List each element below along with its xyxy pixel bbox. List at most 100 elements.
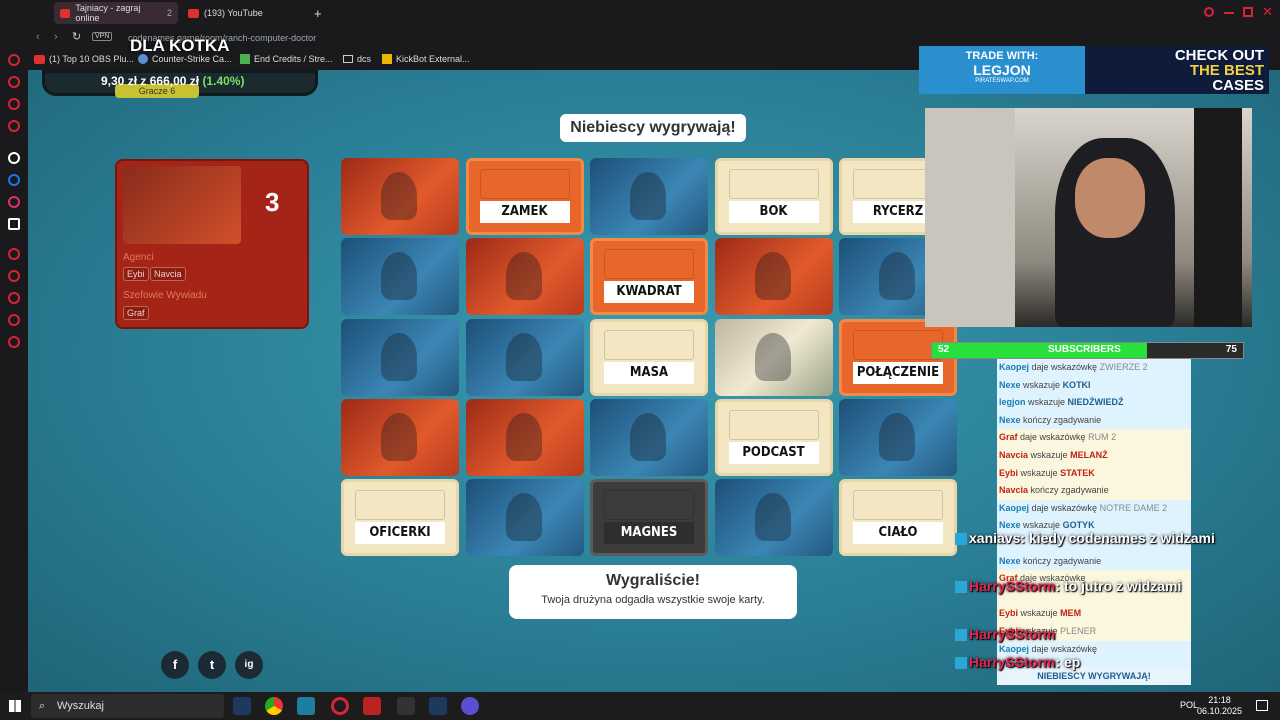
bookmark-item[interactable]: End Credits / Stre... bbox=[240, 54, 333, 64]
card-word: POŁĄCZENIE bbox=[853, 361, 943, 384]
bookmark-item[interactable]: dcs bbox=[343, 54, 371, 64]
player-chip[interactable]: Eybi bbox=[123, 267, 149, 281]
windows-start-icon[interactable] bbox=[9, 700, 21, 712]
obs-icon[interactable] bbox=[461, 697, 479, 715]
sidebar-icon-2[interactable] bbox=[8, 76, 20, 88]
new-tab-button[interactable]: + bbox=[308, 2, 328, 24]
twitter-icon[interactable]: t bbox=[198, 651, 226, 679]
balance-amount: 9,30 zł bbox=[101, 74, 138, 88]
tab-bar: Tajniacy - zagraj online 2 (193) YouTube… bbox=[0, 0, 1280, 26]
epic-icon[interactable] bbox=[397, 697, 415, 715]
forward-icon[interactable]: › bbox=[54, 31, 58, 43]
voicemeeter-icon[interactable] bbox=[363, 697, 381, 715]
facebook-icon[interactable]: f bbox=[161, 651, 189, 679]
instagram-icon[interactable]: ig bbox=[235, 651, 263, 679]
settings-icon[interactable] bbox=[8, 336, 20, 348]
history-icon[interactable] bbox=[8, 292, 20, 304]
chat-message: HarrySStorm: to jutro z widzami bbox=[955, 578, 1181, 594]
clock[interactable]: 21:18 06.10.2025 bbox=[1197, 695, 1242, 717]
card-label-box bbox=[604, 249, 694, 280]
bookmark-item[interactable]: KickBot External... bbox=[382, 54, 470, 64]
messenger-icon[interactable] bbox=[8, 174, 20, 186]
chrome-icon[interactable] bbox=[265, 697, 283, 715]
card[interactable]: PODCAST bbox=[714, 398, 833, 476]
card[interactable]: ZAMEK bbox=[465, 158, 584, 235]
card-label-box bbox=[728, 169, 819, 199]
sponsor-ad: TRADE WITH: LEGJON PIRATESWAP.COM CHECK … bbox=[919, 46, 1269, 94]
card[interactable] bbox=[465, 318, 584, 396]
card[interactable] bbox=[465, 238, 584, 316]
agent-figure bbox=[381, 332, 417, 381]
language-indicator[interactable]: POL bbox=[1180, 700, 1198, 710]
player-chip[interactable]: Navcia bbox=[150, 267, 186, 281]
codenames-favicon-icon bbox=[60, 8, 71, 18]
card[interactable] bbox=[341, 398, 459, 476]
sidebar-icon-5[interactable] bbox=[8, 152, 20, 164]
card[interactable]: BOK bbox=[714, 158, 833, 235]
balance-total: 666,00 zł bbox=[149, 74, 200, 88]
bookmark-item[interactable]: (1) Top 10 OBS Plu... bbox=[34, 54, 134, 64]
taskbar: ⌕ Wyszukaj POL 21:18 06.10.2025 bbox=[0, 692, 1280, 720]
card[interactable]: KWADRAT bbox=[590, 238, 708, 316]
search-icon[interactable] bbox=[1204, 7, 1214, 17]
log-verb: kończy zgadywanie bbox=[1030, 485, 1109, 496]
card[interactable]: MAGNES bbox=[590, 479, 708, 557]
sidebar-icon-6[interactable] bbox=[8, 248, 20, 260]
agent-figure bbox=[754, 493, 791, 542]
card-word: OFICERKI bbox=[355, 522, 445, 545]
card[interactable] bbox=[341, 158, 459, 235]
vpn-badge[interactable]: VPN bbox=[92, 32, 113, 41]
instagram-icon[interactable] bbox=[8, 196, 20, 208]
player-chip[interactable]: Graf bbox=[123, 306, 149, 320]
log-keyword: MEM bbox=[1060, 608, 1082, 619]
card[interactable]: OFICERKI bbox=[341, 479, 459, 557]
card[interactable] bbox=[465, 398, 584, 476]
log-line: Eybi wskazuje MEM bbox=[997, 605, 1191, 623]
url-field[interactable]: codenames.game/room/ranch-computer-docto… bbox=[128, 30, 828, 46]
app-icon[interactable] bbox=[297, 697, 315, 715]
subscribers-bar: 52 SUBSCRIBERS 75 bbox=[931, 342, 1244, 359]
card[interactable] bbox=[341, 318, 459, 396]
agent-figure bbox=[630, 412, 666, 461]
log-keyword: NOTRE DAME 2 bbox=[1099, 502, 1168, 513]
balance-widget: Gracze 6 9,30 zł z 666,00 zł (1.40%) bbox=[42, 70, 318, 98]
card[interactable] bbox=[590, 398, 708, 476]
reload-icon[interactable]: ↻ bbox=[72, 30, 81, 43]
steam-icon[interactable] bbox=[233, 697, 251, 715]
sidebar-icon-3[interactable] bbox=[8, 98, 20, 110]
tab-label: (193) YouTube bbox=[204, 8, 263, 18]
card[interactable] bbox=[341, 238, 459, 316]
sidebar-icon-4[interactable] bbox=[8, 120, 20, 132]
minimize-icon[interactable] bbox=[1224, 12, 1234, 14]
webcam-feed bbox=[925, 108, 1252, 327]
log-keyword: ZWIERZE 2 bbox=[1099, 362, 1148, 372]
card-grid: ZAMEK BOK RYCERZ KWADRAT MASA POŁĄCZENIE PODCA… bbox=[341, 158, 961, 557]
card[interactable] bbox=[714, 479, 833, 557]
card[interactable] bbox=[590, 158, 708, 235]
taskbar-search[interactable]: ⌕ Wyszukaj bbox=[31, 694, 224, 718]
card[interactable] bbox=[839, 398, 957, 476]
sidebar-icon-1[interactable] bbox=[8, 54, 20, 66]
log-player: Kaopej bbox=[999, 502, 1030, 513]
opera-icon[interactable] bbox=[331, 697, 349, 715]
card[interactable] bbox=[465, 479, 584, 557]
x-icon[interactable] bbox=[8, 218, 20, 230]
log-player: Nexe bbox=[999, 555, 1021, 566]
card[interactable] bbox=[714, 238, 833, 316]
tab-tajniacy[interactable]: Tajniacy - zagraj online 2 bbox=[54, 2, 178, 24]
sidebar-icon-7[interactable] bbox=[8, 270, 20, 282]
log-line: Nexe kończy zgadywanie bbox=[997, 411, 1191, 430]
log-verb: wskazuje bbox=[1023, 520, 1061, 531]
maximize-icon[interactable] bbox=[1243, 7, 1253, 17]
card-word: PODCAST bbox=[728, 441, 819, 464]
notification-icon[interactable] bbox=[1256, 700, 1268, 711]
back-icon[interactable]: ‹ bbox=[36, 31, 40, 43]
steam-icon[interactable] bbox=[429, 697, 447, 715]
card[interactable] bbox=[714, 318, 833, 396]
close-icon[interactable]: ✕ bbox=[1262, 4, 1273, 20]
tab-youtube[interactable]: (193) YouTube bbox=[182, 2, 306, 24]
sidebar-icon-8[interactable] bbox=[8, 314, 20, 326]
card[interactable]: CIAŁO bbox=[839, 479, 957, 557]
result-title: Wygraliście! bbox=[606, 572, 700, 589]
card[interactable]: MASA bbox=[590, 318, 708, 396]
